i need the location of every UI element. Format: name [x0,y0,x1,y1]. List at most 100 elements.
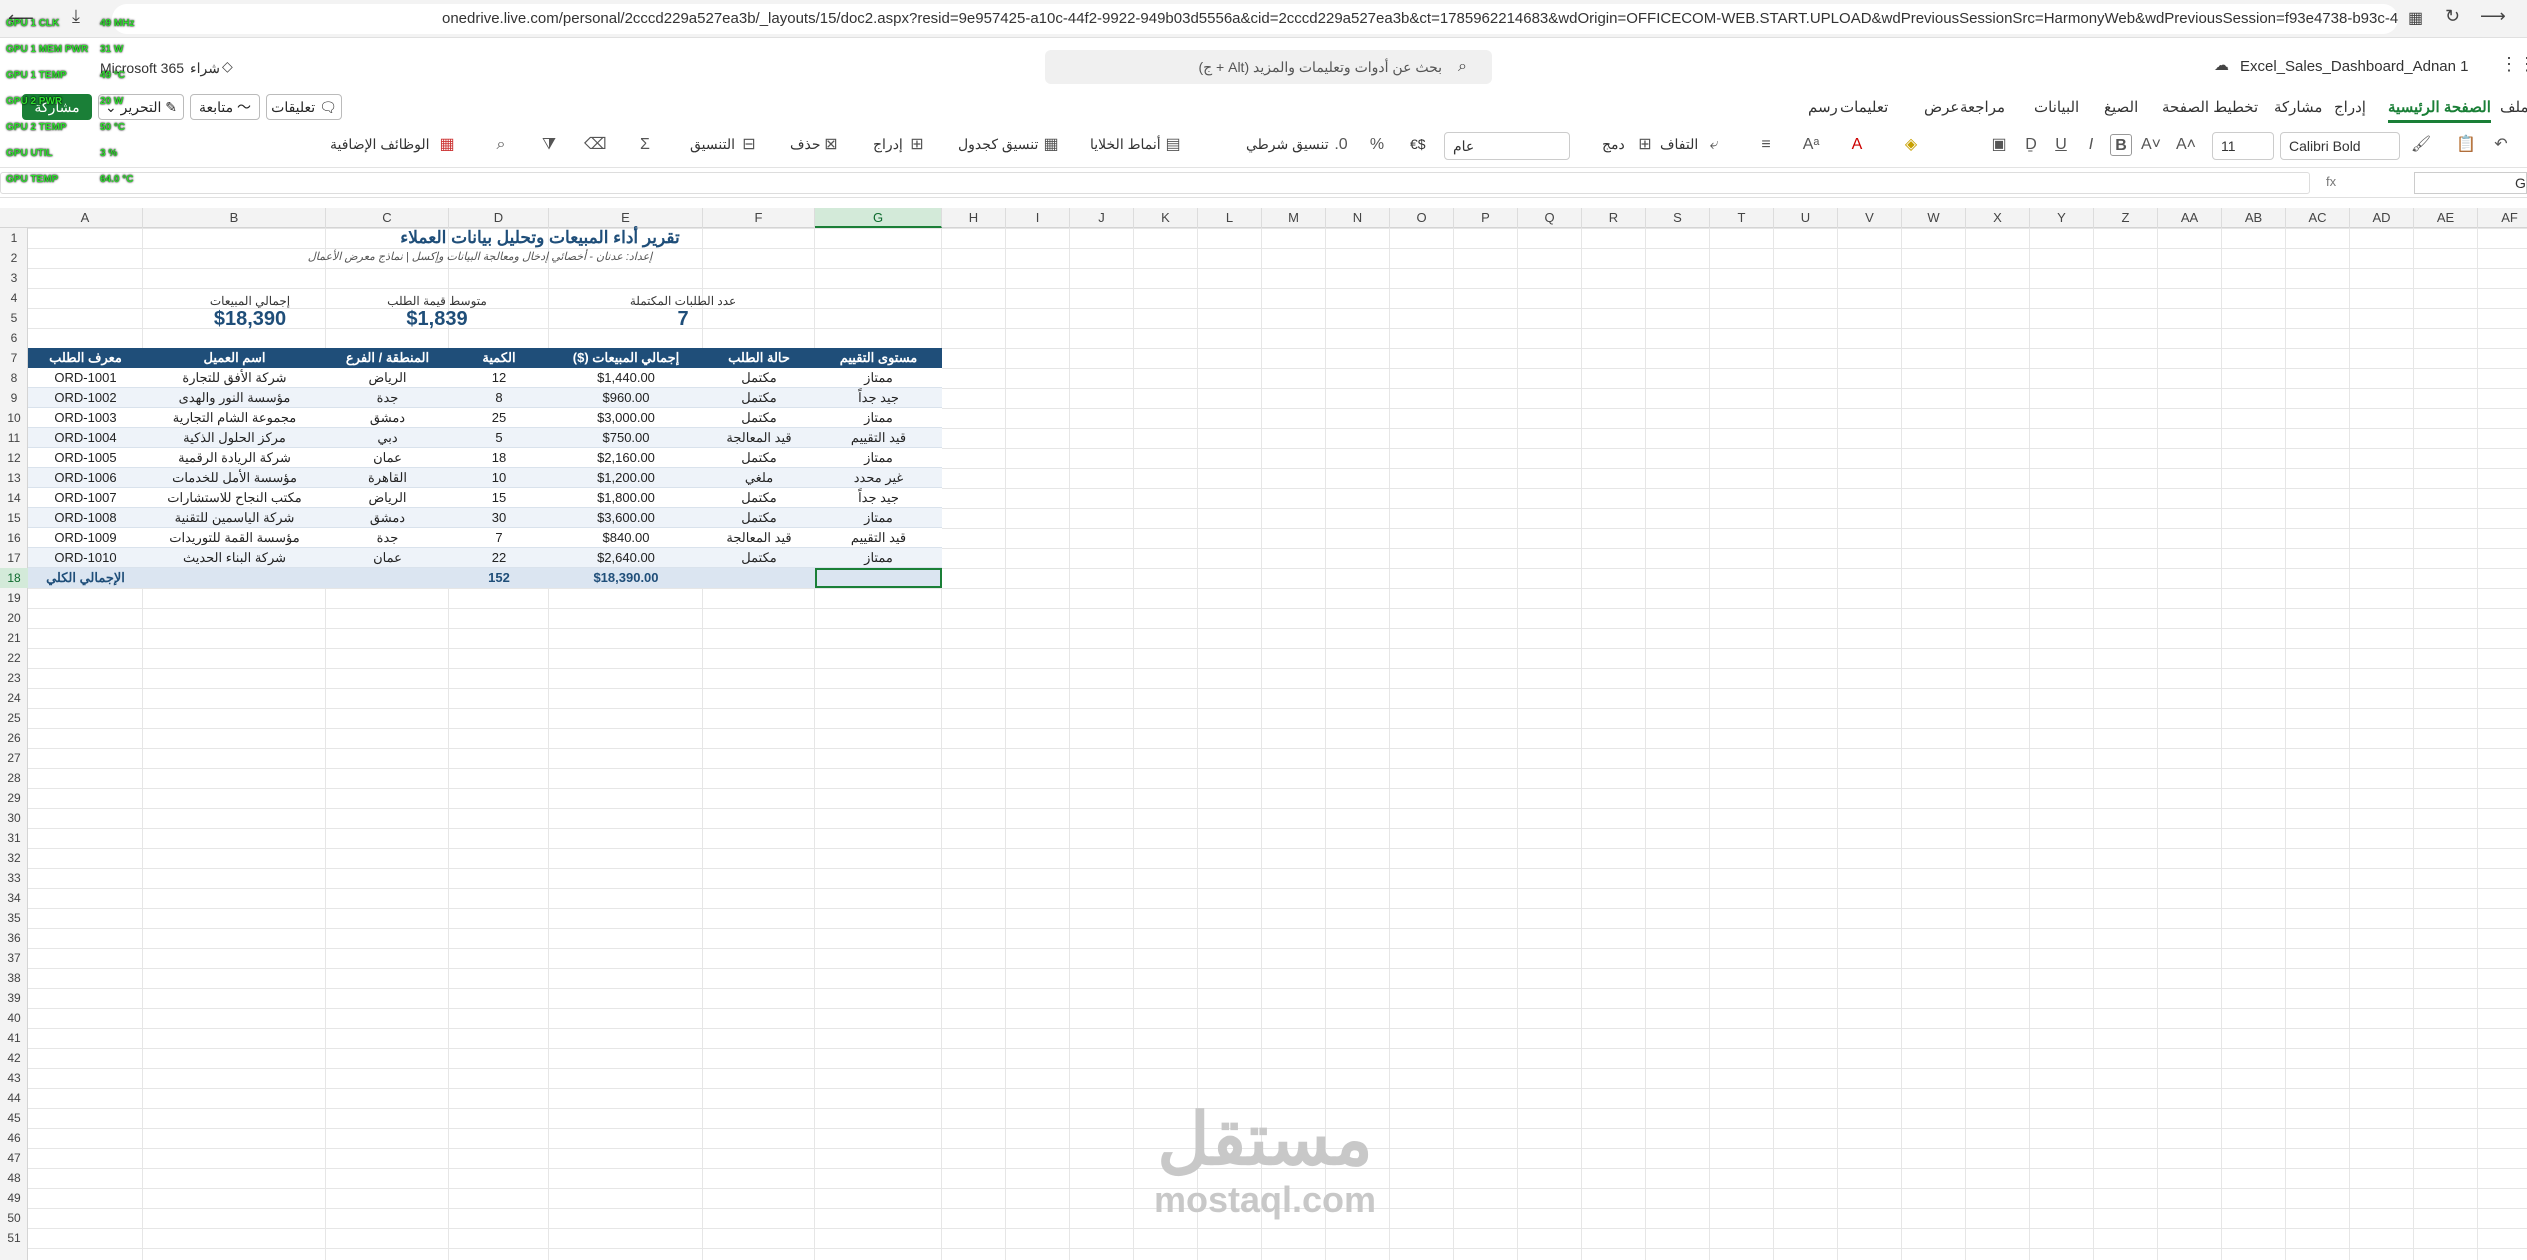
table-cell[interactable]: قيد التقييم [815,528,942,548]
column-header-l[interactable]: L [1198,208,1262,228]
number-format-select[interactable]: عام [1444,132,1570,160]
text-effects-icon[interactable]: Aᵃ [1800,134,1822,156]
row-header-5[interactable]: 5 [0,308,28,328]
column-header-a[interactable]: A [28,208,143,228]
table-cell[interactable]: عمان [326,548,449,568]
autosum-icon[interactable]: Σ [634,134,656,156]
column-header-j[interactable]: J [1070,208,1134,228]
table-cell[interactable]: $1,800.00 [549,488,703,508]
align-icon[interactable]: ≡ [1755,134,1777,156]
column-header-o[interactable]: O [1390,208,1454,228]
buy-label[interactable]: شراء [190,60,220,77]
column-header-v[interactable]: V [1838,208,1902,228]
table-cell[interactable]: مركز الحلول الذكية [143,428,326,448]
column-header-k[interactable]: K [1134,208,1198,228]
column-header-g[interactable]: G [815,208,942,228]
table-cell[interactable]: جيد جداً [815,388,942,408]
row-header-2[interactable]: 2 [0,248,28,268]
row-header-22[interactable]: 22 [0,648,28,668]
table-cell[interactable]: $960.00 [549,388,703,408]
table-cell[interactable]: $750.00 [549,428,703,448]
row-header-8[interactable]: 8 [0,368,28,388]
delete-button[interactable]: حذف [790,136,821,153]
row-header-42[interactable]: 42 [0,1048,28,1068]
table-cell[interactable]: غير محدد [815,468,942,488]
table-cell[interactable]: ORD-1009 [28,528,143,548]
row-header-14[interactable]: 14 [0,488,28,508]
clear-icon[interactable]: ⌫ [584,134,607,156]
table-cell[interactable]: 10 [449,468,549,488]
row-header-4[interactable]: 4 [0,288,28,308]
table-cell[interactable]: 7 [449,528,549,548]
fill-color-icon[interactable]: ◈ [1900,134,1922,156]
row-header-44[interactable]: 44 [0,1088,28,1108]
app-launcher-icon[interactable]: ⋮⋮ [2500,54,2527,75]
row-header-30[interactable]: 30 [0,808,28,828]
row-header-51[interactable]: 51 [0,1228,28,1248]
column-header-u[interactable]: U [1774,208,1838,228]
table-cell[interactable]: $3,000.00 [549,408,703,428]
column-header-q[interactable]: Q [1518,208,1582,228]
table-cell[interactable]: مؤسسة الأمل للخدمات [143,468,326,488]
table-cell[interactable]: مكتمل [703,388,815,408]
decimal-icon[interactable]: .0 [1330,134,1352,156]
table-cell[interactable]: جدة [326,528,449,548]
row-header-27[interactable]: 27 [0,748,28,768]
table-cell[interactable]: دمشق [326,508,449,528]
table-cell[interactable]: شركة الأفق للتجارة [143,368,326,388]
table-cell[interactable]: جدة [326,388,449,408]
table-cell[interactable]: قيد التقييم [815,428,942,448]
name-box[interactable]: G1 [2414,172,2527,194]
catchup-button[interactable]: متابعة 〜 [190,94,260,120]
addins-button[interactable]: الوظائف الإضافية [330,136,430,153]
percent-icon[interactable]: % [1366,134,1388,156]
table-cell[interactable]: قيد المعالجة [703,428,815,448]
row-header-24[interactable]: 24 [0,688,28,708]
reload-icon[interactable]: ↻ [2445,6,2460,27]
column-header-b[interactable]: B [143,208,326,228]
borders-icon[interactable]: ▣ [1988,134,2010,156]
paste-icon[interactable]: 📋 [2455,134,2477,156]
tab-home[interactable]: الصفحة الرئيسية [2388,98,2491,123]
table-cell[interactable]: مكتمل [703,368,815,388]
wrap-icon[interactable]: ⤶ [1703,134,1725,156]
column-header-x[interactable]: X [1966,208,2030,228]
tab-review[interactable]: مراجعة [1960,98,2005,116]
selected-cell-g18[interactable] [815,568,942,588]
bold-icon[interactable]: B [2110,134,2132,156]
fx-icon[interactable]: fx [2326,174,2336,189]
shrink-font-icon[interactable]: A˅ [2140,134,2162,156]
row-header-21[interactable]: 21 [0,628,28,648]
font-name-select[interactable]: Calibri Bold [2280,132,2400,160]
table-cell[interactable]: ORD-1005 [28,448,143,468]
table-cell[interactable]: مجموعة الشام التجارية [143,408,326,428]
row-header-39[interactable]: 39 [0,988,28,1008]
row-header-49[interactable]: 49 [0,1188,28,1208]
tab-page-layout[interactable]: تخطيط الصفحة [2162,98,2258,116]
comments-button[interactable]: تعليقات 🗨 [266,94,342,120]
row-header-10[interactable]: 10 [0,408,28,428]
table-cell[interactable]: ممتاز [815,448,942,468]
merge-button[interactable]: دمج [1602,136,1625,153]
table-cell[interactable]: مكتمل [703,488,815,508]
table-cell[interactable]: 18 [449,448,549,468]
column-header-h[interactable]: H [942,208,1006,228]
row-header-37[interactable]: 37 [0,948,28,968]
row-header-7[interactable]: 7 [0,348,28,368]
row-header-1[interactable]: 1 [0,228,28,248]
row-header-16[interactable]: 16 [0,528,28,548]
grow-font-icon[interactable]: A˄ [2175,134,2197,156]
row-header-6[interactable]: 6 [0,328,28,348]
row-header-32[interactable]: 32 [0,848,28,868]
column-header-z[interactable]: Z [2094,208,2158,228]
row-header-41[interactable]: 41 [0,1028,28,1048]
column-header-p[interactable]: P [1454,208,1518,228]
address-bar[interactable]: onedrive.live.com/personal/2cccd229a527e… [112,4,2398,34]
table-cell[interactable]: دمشق [326,408,449,428]
column-header-m[interactable]: M [1262,208,1326,228]
column-header-ad[interactable]: AD [2350,208,2414,228]
underline-icon[interactable]: U [2050,134,2072,156]
sort-filter-icon[interactable]: ⧩ [538,134,560,156]
column-header-c[interactable]: C [326,208,449,228]
table-cell[interactable]: ORD-1001 [28,368,143,388]
